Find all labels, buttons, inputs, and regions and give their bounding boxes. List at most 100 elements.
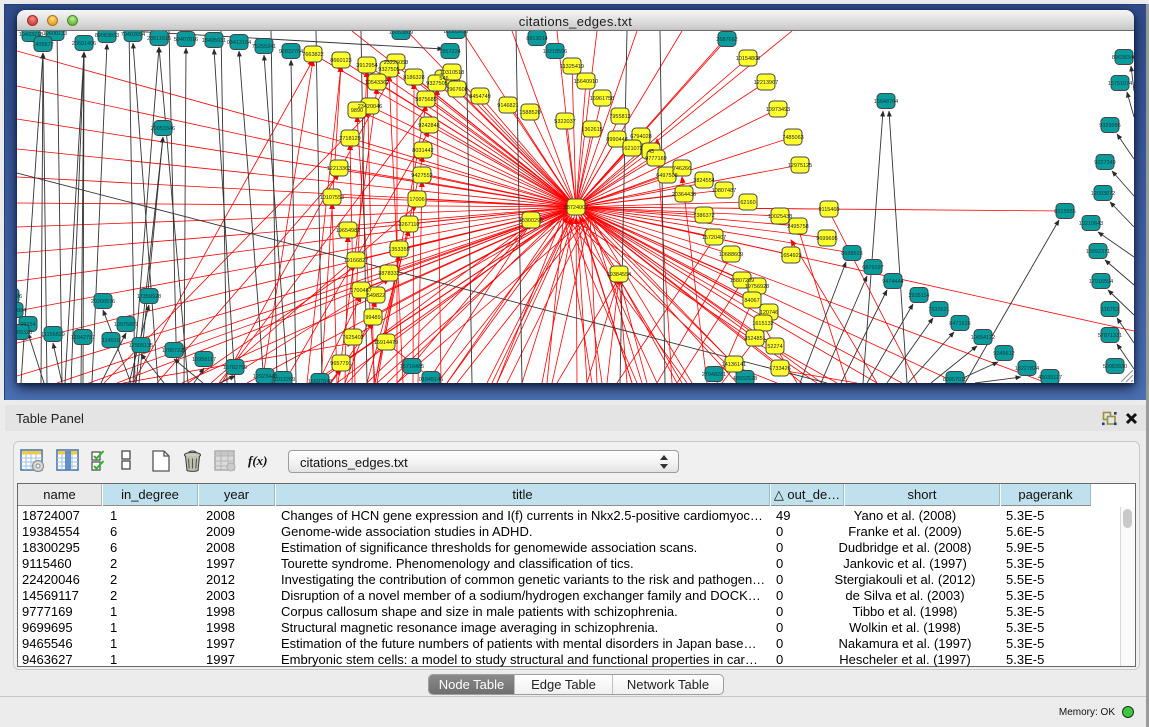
svg-text:75255341: 75255341 [252,44,276,50]
svg-text:45: 45 [648,149,654,155]
svg-text:79402654: 79402654 [121,32,145,38]
svg-text:99154: 99154 [20,322,35,328]
svg-text:2935114: 2935114 [908,293,929,299]
svg-text:10958117: 10958117 [192,357,216,363]
svg-text:15692371: 15692371 [1086,249,1110,255]
svg-text:92832764: 92832764 [279,49,303,55]
svg-text:23226058: 23226058 [384,60,408,66]
svg-text:7955812: 7955812 [609,114,630,120]
svg-text:3878332: 3878332 [378,271,399,277]
svg-text:83503056: 83503056 [444,31,468,35]
svg-text:3875685: 3875685 [415,97,436,103]
svg-text:f(x): f(x) [248,453,268,468]
svg-text:12942757: 12942757 [71,335,95,341]
svg-text:746266: 746266 [673,166,691,172]
svg-text:1588520: 1588520 [519,110,540,116]
svg-text:19756928: 19756928 [745,284,769,290]
svg-text:1405572: 1405572 [32,42,53,48]
svg-text:20053346: 20053346 [151,126,175,132]
svg-text:17016504: 17016504 [1089,279,1113,285]
svg-text:1621072: 1621072 [621,146,642,152]
svg-text:8660123: 8660123 [330,58,351,64]
svg-text:9427552: 9427552 [411,173,432,179]
svg-text:8031442: 8031442 [412,148,433,154]
svg-text:01845146: 01845146 [419,377,443,383]
svg-text:7632621: 7632621 [928,307,949,313]
svg-text:2495758: 2495758 [787,224,808,230]
svg-text:16782759: 16782759 [223,365,247,371]
svg-text:9115460: 9115460 [818,207,839,213]
svg-text:116753: 116753 [1101,307,1119,313]
svg-text:41395376: 41395376 [17,294,22,300]
svg-text:20691406: 20691406 [72,41,96,47]
svg-text:1733426: 1733426 [769,366,790,372]
svg-text:8471626: 8471626 [949,321,970,327]
svg-text:99489: 99489 [365,315,380,321]
svg-text:5322037: 5322037 [554,119,575,125]
svg-text:50983930: 50983930 [1103,364,1127,370]
svg-text:71012269: 71012269 [271,377,295,383]
svg-text:10975887: 10975887 [114,322,138,328]
svg-text:7485063: 7485063 [782,135,803,141]
svg-text:23511615: 23511615 [147,36,171,42]
svg-text:3267110: 3267110 [398,222,419,228]
svg-text:9242848: 9242848 [418,123,439,129]
svg-text:10210643: 10210643 [1079,221,1103,227]
svg-text:114519: 114519 [102,338,120,344]
svg-text:9329986: 9329986 [1099,123,1120,129]
svg-text:1615132: 1615132 [752,321,773,327]
svg-text:18300295: 18300295 [519,218,543,224]
svg-text:7386372: 7386372 [693,213,714,219]
svg-text:2967608: 2967608 [446,87,467,93]
svg-text:8215955: 8215955 [1054,209,1075,215]
svg-text:2687662: 2687662 [716,37,737,43]
svg-text:59407816: 59407816 [174,37,198,43]
svg-text:6879197: 6879197 [862,265,883,271]
svg-text:20364436: 20364436 [672,192,696,198]
svg-text:9146821: 9146821 [497,103,518,109]
svg-text:18724007: 18724007 [564,205,588,211]
svg-text:10973493: 10973493 [766,107,790,113]
svg-text:7625402: 7625402 [342,335,363,341]
svg-text:9699695: 9699695 [816,236,837,242]
svg-text:10107553: 10107553 [320,195,344,201]
svg-text:18495931: 18495931 [202,38,226,44]
svg-text:10654122: 10654122 [971,335,995,341]
svg-text:9657791: 9657791 [330,361,351,367]
svg-text:549822: 549822 [367,293,385,299]
svg-text:19218506: 19218506 [543,49,567,55]
svg-text:15640910: 15640910 [574,79,598,85]
svg-text:89638346: 89638346 [1112,55,1134,61]
svg-text:17359928: 17359928 [137,294,161,300]
svg-text:12213967: 12213967 [754,80,778,86]
svg-text:15751074: 15751074 [1108,81,1132,87]
svg-text:12975125: 12975125 [788,163,812,169]
svg-text:52274: 52274 [767,344,782,350]
svg-text:10543362: 10543362 [365,80,389,86]
svg-text:19600133: 19600133 [43,31,67,37]
svg-text:9245612: 9245612 [993,351,1014,357]
svg-text:9227349: 9227349 [1094,160,1115,166]
svg-text:18227824: 18227824 [1015,366,1039,372]
svg-text:11325419: 11325419 [560,64,584,70]
svg-text:12213363: 12213363 [327,166,351,172]
svg-text:10154808: 10154808 [736,56,760,62]
svg-text:43039117: 43039117 [1038,375,1062,381]
svg-text:48932528: 48932528 [733,376,757,382]
svg-text:11156829: 11156829 [41,332,65,338]
svg-text:19654982: 19654982 [336,228,360,234]
svg-text:89083863: 89083863 [95,33,119,39]
svg-text:9327505: 9327505 [378,67,399,73]
svg-text:2718129: 2718129 [339,136,360,142]
svg-text:14136141: 14136141 [722,362,746,368]
svg-text:57871331: 57871331 [1098,333,1122,339]
svg-text:3524851: 3524851 [744,336,765,342]
svg-text:8990448: 8990448 [606,137,627,143]
svg-text:7857224: 7857224 [439,49,460,55]
svg-text:17006: 17006 [409,197,424,203]
svg-text:10688609: 10688609 [719,252,743,258]
svg-text:12093872: 12093872 [1091,191,1115,197]
svg-text:10310518: 10310518 [440,70,464,76]
svg-text:16648764: 16648764 [874,99,898,105]
svg-text:03413164: 03413164 [227,40,251,46]
